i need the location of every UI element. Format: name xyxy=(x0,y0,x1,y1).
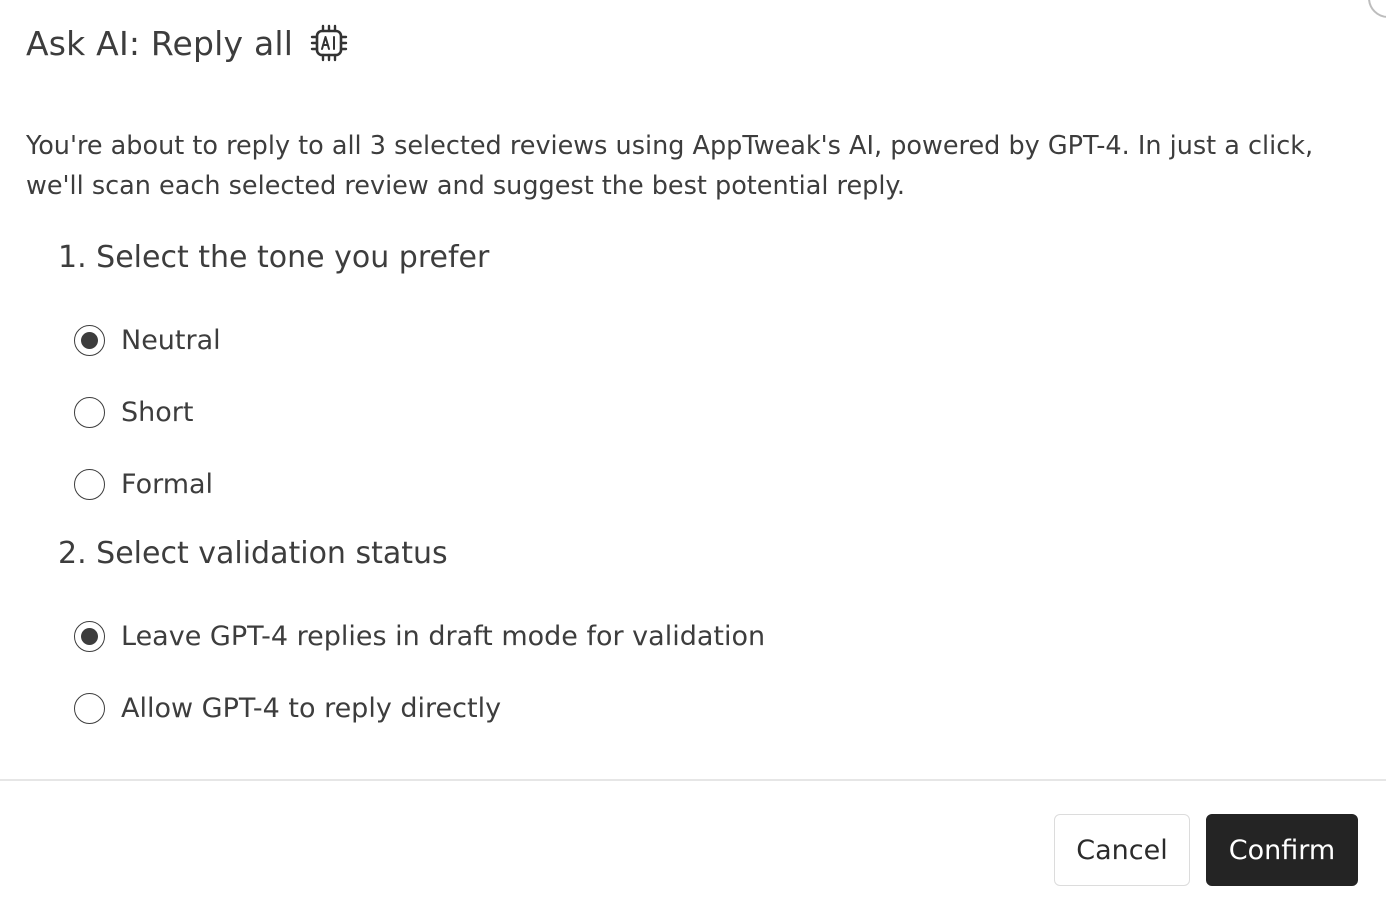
radio-label: Short xyxy=(121,396,194,428)
radio-label: Allow GPT-4 to reply directly xyxy=(121,692,502,724)
dialog-title: Ask AI: Reply all xyxy=(26,23,294,63)
radio-button[interactable] xyxy=(74,620,105,652)
footer-divider xyxy=(0,779,1386,781)
radio-option-neutral[interactable]: Neutral xyxy=(74,322,221,358)
radio-selected-dot xyxy=(81,627,98,645)
radio-option-draft-mode[interactable]: Leave GPT-4 replies in draft mode for va… xyxy=(74,618,765,654)
radio-option-short[interactable]: Short xyxy=(74,394,193,430)
radio-label: Formal xyxy=(121,468,214,500)
dialog-header: Ask AI: Reply all xyxy=(26,18,349,68)
radio-label: Leave GPT-4 replies in draft mode for va… xyxy=(121,620,766,652)
radio-button[interactable] xyxy=(74,324,105,356)
radio-selected-dot xyxy=(81,331,98,349)
cancel-button[interactable]: Cancel xyxy=(1054,814,1190,886)
radio-button[interactable] xyxy=(74,468,105,500)
close-icon[interactable] xyxy=(1368,0,1386,18)
confirm-button[interactable]: Confirm xyxy=(1206,814,1358,886)
ai-chip-icon xyxy=(309,23,349,63)
radio-option-reply-directly[interactable]: Allow GPT-4 to reply directly xyxy=(74,690,501,726)
reply-all-dialog: Ask AI: Reply all You're about to reply … xyxy=(0,0,1386,912)
validation-section-title: 2. Select validation status xyxy=(58,536,448,571)
radio-label: Neutral xyxy=(121,324,221,356)
dialog-description: You're about to reply to all 3 selected … xyxy=(26,131,1314,201)
radio-button[interactable] xyxy=(74,692,105,724)
radio-option-formal[interactable]: Formal xyxy=(74,466,213,502)
radio-button[interactable] xyxy=(74,396,105,428)
tone-section-title: 1. Select the tone you prefer xyxy=(58,240,490,275)
